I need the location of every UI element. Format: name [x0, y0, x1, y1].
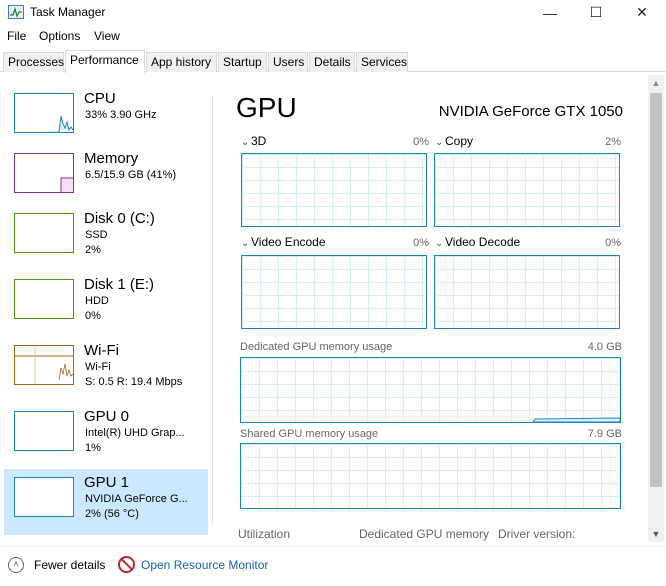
menu-file[interactable]: File [7, 29, 26, 43]
sidebar-item-detail: 6.5/15.9 GB (41%) [85, 169, 177, 181]
engine-pct: 2% [605, 136, 621, 148]
sidebar-item-memory[interactable]: Memory 6.5/15.9 GB (41%) [4, 145, 208, 211]
sidebar-item-disk1[interactable]: Disk 1 (E:) HDD 0% [4, 271, 208, 337]
open-resource-monitor-link[interactable]: Open Resource Monitor [141, 558, 268, 572]
minimize-button[interactable]: — [527, 0, 573, 25]
gpu1-thumbnail-graph [14, 477, 74, 517]
menu-bar: File Options View [0, 27, 666, 47]
page-title: GPU [236, 92, 297, 123]
engine-label: Video Encode [251, 235, 326, 249]
shared-memory-label: Shared GPU memory usage [240, 428, 379, 440]
engine-3d-selector[interactable]: ⌄ 3D [241, 134, 266, 148]
disk1-thumbnail-graph [14, 279, 74, 319]
title-bar: Task Manager — ☐ ✕ [0, 0, 666, 25]
sidebar-item-value: 2% [85, 244, 101, 256]
resource-sidebar: CPU 33% 3.90 GHz Memory 6.5/15.9 GB (41%… [0, 73, 213, 543]
close-button[interactable]: ✕ [619, 0, 665, 25]
sidebar-item-title: GPU 0 [84, 408, 130, 425]
footer-bar: ˄ Fewer details Open Resource Monitor [0, 545, 666, 586]
sidebar-item-title: Memory [84, 150, 139, 167]
tab-strip: Processes Performance App history Startu… [0, 50, 666, 73]
gpu-model-name: NVIDIA GeForce GTX 1050 [438, 103, 623, 120]
dedicated-memory-max: 4.0 GB [587, 341, 622, 353]
disk0-thumbnail-graph [14, 213, 74, 253]
sidebar-item-detail: Intel(R) UHD Grap... [85, 427, 185, 439]
sidebar-item-wifi[interactable]: Wi-Fi Wi-Fi S: 0.5 R: 19.4 Mbps [4, 337, 208, 403]
engine-video-encode-graph [241, 255, 427, 329]
shared-memory-max: 7.9 GB [587, 428, 622, 440]
engine-3d-graph [241, 153, 427, 227]
sidebar-item-gpu1[interactable]: GPU 1 NVIDIA GeForce G... 2% (56 °C) [4, 469, 208, 535]
memory-thumbnail-graph [14, 153, 74, 193]
scroll-down-arrow-icon[interactable]: ▼ [648, 526, 664, 542]
sidebar-item-detail: NVIDIA GeForce G... [85, 493, 188, 505]
fewer-details-button[interactable]: Fewer details [34, 558, 105, 572]
chevron-down-icon: ⌄ [435, 137, 444, 148]
dedicated-memory-label: Dedicated GPU memory usage [240, 341, 393, 353]
gpu0-thumbnail-graph [14, 411, 74, 451]
sidebar-item-cpu[interactable]: CPU 33% 3.90 GHz [4, 85, 208, 151]
dedicated-memory-stat-label: Dedicated GPU memory [359, 527, 490, 541]
tab-services[interactable]: Services [356, 52, 408, 72]
chevron-up-icon[interactable]: ˄ [8, 557, 24, 573]
sidebar-divider [212, 95, 213, 525]
sidebar-item-detail: Wi-Fi [85, 361, 111, 373]
engine-pct: 0% [413, 136, 429, 148]
sidebar-item-title: CPU [84, 90, 116, 107]
sidebar-item-disk0[interactable]: Disk 0 (C:) SSD 2% [4, 205, 208, 271]
engine-copy-selector[interactable]: ⌄ Copy [435, 134, 473, 148]
sidebar-item-detail: HDD [85, 295, 109, 307]
tab-performance[interactable]: Performance [65, 50, 145, 73]
sidebar-item-value: 2% (56 °C) [85, 508, 139, 520]
menu-options[interactable]: Options [39, 29, 80, 43]
tab-details[interactable]: Details [309, 52, 355, 72]
engine-label: Copy [445, 134, 474, 148]
gpu-detail-panel: GPU NVIDIA GeForce GTX 1050 ⌄ 3D 0% ⌄ Copy… [225, 73, 647, 543]
sidebar-item-detail: SSD [85, 229, 108, 241]
sidebar-item-gpu0[interactable]: GPU 0 Intel(R) UHD Grap... 1% [4, 403, 208, 469]
engine-video-decode-selector[interactable]: ⌄ Video Decode [435, 235, 520, 249]
sidebar-item-title: GPU 1 [84, 474, 130, 491]
engine-video-decode-graph [434, 255, 620, 329]
engine-pct: 0% [605, 237, 621, 249]
sidebar-item-title: Disk 1 (E:) [84, 276, 155, 293]
engine-video-encode-selector[interactable]: ⌄ Video Encode [241, 235, 326, 249]
scroll-thumb[interactable] [650, 93, 662, 487]
maximize-button[interactable]: ☐ [573, 0, 619, 25]
engine-label: Video Decode [445, 235, 521, 249]
engine-pct: 0% [413, 237, 429, 249]
sidebar-item-value: S: 0.5 R: 19.4 Mbps [85, 376, 183, 388]
chevron-down-icon: ⌄ [241, 137, 250, 148]
vertical-scrollbar[interactable]: ▲ ▼ [648, 75, 664, 542]
tab-users[interactable]: Users [268, 52, 308, 72]
chevron-down-icon: ⌄ [435, 238, 444, 249]
task-manager-icon [8, 5, 24, 19]
sidebar-item-value: 1% [85, 442, 101, 454]
engine-copy-graph [434, 153, 620, 227]
tab-app-history[interactable]: App history [146, 52, 217, 72]
driver-version-label: Driver version: [498, 527, 576, 541]
sidebar-item-title: Wi-Fi [84, 342, 119, 359]
window-title: Task Manager [30, 5, 106, 19]
sidebar-item-value: 0% [85, 310, 101, 322]
tab-processes[interactable]: Processes [3, 52, 64, 72]
chevron-down-icon: ⌄ [241, 238, 250, 249]
sidebar-item-title: Disk 0 (C:) [84, 210, 155, 227]
wifi-thumbnail-graph [14, 345, 74, 385]
dedicated-memory-graph [240, 357, 621, 423]
menu-view[interactable]: View [94, 29, 120, 43]
utilization-label: Utilization [238, 527, 291, 541]
engine-label: 3D [251, 134, 267, 148]
cpu-thumbnail-graph [14, 93, 74, 133]
scroll-up-arrow-icon[interactable]: ▲ [648, 75, 664, 91]
tab-startup[interactable]: Startup [218, 52, 267, 72]
resource-monitor-icon[interactable] [118, 556, 135, 573]
sidebar-item-detail: 33% 3.90 GHz [85, 109, 157, 121]
shared-memory-graph [240, 443, 621, 509]
